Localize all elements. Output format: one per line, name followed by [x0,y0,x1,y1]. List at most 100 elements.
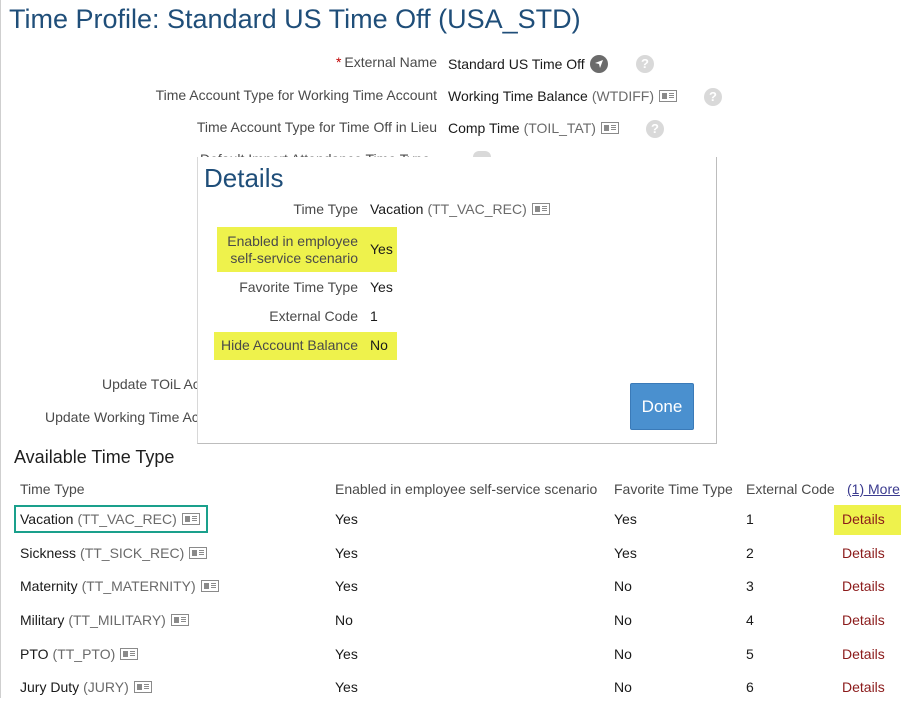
time-off-in-lieu-label: Time Account Type for Time Off in Lieu [196,119,437,135]
update-toil-label: Update TOiL Ac [102,376,197,392]
cell-external-code: 4 [746,612,754,628]
quickcard-icon[interactable] [120,648,139,660]
cell-ess: Yes [335,679,358,695]
details-link[interactable]: Details [842,679,885,695]
time-type-code: (TT_MATERNITY) [81,578,196,594]
dialog-ess-label: Enabled in employee self-service scenari… [227,233,358,267]
details-link[interactable]: Details [842,578,885,594]
details-link[interactable]: Details [842,511,885,527]
dialog-ess-row: Enabled in employee self-service scenari… [198,233,718,266]
table-row: Vacation (TT_VAC_REC) Yes Yes 1 Details [0,511,907,533]
cell-time-type: Military (TT_MILITARY) [20,612,189,628]
cell-external-code: 2 [746,545,754,561]
dialog-favorite-value: Yes [370,279,393,295]
dialog-time-type-text: Vacation [370,201,424,217]
time-off-in-lieu-code: (TOIL_TAT) [523,120,596,136]
help-icon[interactable]: ? [704,88,722,106]
dialog-favorite-label: Favorite Time Type [239,279,358,295]
cell-favorite: No [614,578,632,594]
time-type-name: Vacation [20,511,74,527]
details-link[interactable]: Details [842,545,885,561]
time-type-name: Maternity [20,578,78,594]
cell-ess: Yes [335,545,358,561]
time-type-name: PTO [20,646,49,662]
cell-favorite: Yes [614,511,637,527]
quickcard-icon[interactable] [133,681,152,693]
time-type-name: Sickness [20,545,77,561]
cell-time-type: Sickness (TT_SICK_REC) [20,545,208,561]
dialog-hide-balance-row: Hide Account Balance No [198,337,718,359]
help-icon[interactable]: ? [646,120,664,138]
time-type-code: (TT_MILITARY) [68,612,166,628]
quickcard-icon[interactable] [531,203,550,215]
cell-time-type: Maternity (TT_MATERNITY) [20,578,219,594]
dialog-favorite-row: Favorite Time Type Yes [198,279,718,301]
dialog-ess-value: Yes [370,241,393,257]
quickcard-icon[interactable] [200,580,219,592]
cell-time-type: PTO (TT_PTO) [20,646,139,662]
column-header-ess[interactable]: Enabled in employee self-service scenari… [335,481,597,497]
dialog-time-type-row: Time Type Vacation (TT_VAC_REC) [198,201,718,223]
cell-ess: No [335,612,353,628]
table-row: Military (TT_MILITARY) No No 4 Details [0,612,907,634]
section-title: Available Time Type [14,447,175,467]
details-link[interactable]: Details [842,612,885,628]
external-name-label-text: External Name [344,54,437,70]
dialog-time-type-label: Time Type [293,201,358,217]
dialog-hide-balance-label: Hide Account Balance [221,337,358,353]
cell-external-code: 5 [746,646,754,662]
time-type-code: (TT_SICK_REC) [80,545,185,561]
cell-time-type: Vacation (TT_VAC_REC) [20,511,200,527]
details-dialog: Details Time Type Vacation (TT_VAC_REC) … [197,157,717,444]
cell-favorite: Yes [614,545,637,561]
working-time-account-label: Time Account Type for Working Time Accou… [155,87,437,103]
dialog-external-code-value: 1 [370,308,378,324]
column-header-favorite[interactable]: Favorite Time Type [614,481,733,497]
help-icon[interactable]: ? [636,55,654,73]
table-row: Maternity (TT_MATERNITY) Yes No 3 Details [0,578,907,600]
more-columns-link[interactable]: (1) More [847,481,900,497]
dialog-ess-label-line2: self-service scenario [230,250,358,266]
cell-favorite: No [614,646,632,662]
dialog-time-type-code: (TT_VAC_REC) [427,201,527,217]
quickcard-icon[interactable] [659,90,678,102]
time-type-name: Jury Duty [20,679,80,695]
time-type-name: Military [20,612,65,628]
time-off-in-lieu-value: Comp Time (TOIL_TAT) [448,120,619,136]
cell-external-code: 3 [746,578,754,594]
details-link[interactable]: Details [842,646,885,662]
translation-globe-icon[interactable] [589,55,608,73]
time-type-code: (JURY) [83,679,129,695]
quickcard-icon[interactable] [600,122,619,134]
time-type-code: (TT_PTO) [52,646,116,662]
dialog-ess-label-line1: Enabled in employee [227,233,358,249]
quickcard-icon[interactable] [189,547,208,559]
dialog-time-type-value: Vacation (TT_VAC_REC) [370,201,550,217]
dialog-external-code-row: External Code 1 [198,308,718,330]
done-button[interactable]: Done [630,383,694,430]
quickcard-icon[interactable] [181,513,200,525]
dialog-external-code-label: External Code [269,308,358,324]
cell-favorite: No [614,679,632,695]
cell-ess: Yes [335,578,358,594]
working-time-account-code: (WTDIFF) [591,88,655,104]
working-time-account-value: Working Time Balance (WTDIFF) [448,88,678,104]
dialog-title: Details [204,163,284,193]
cell-ess: Yes [335,511,358,527]
quickcard-icon[interactable] [170,614,189,626]
external-name-row: * External Name Standard US Time Off ? [0,54,907,76]
cell-external-code: 6 [746,679,754,695]
external-name-label: * External Name [336,54,437,70]
dialog-hide-balance-value: No [370,337,388,353]
cell-favorite: No [614,612,632,628]
page-title: Time Profile: Standard US Time Off (USA_… [9,4,581,34]
cell-ess: Yes [335,646,358,662]
time-off-in-lieu-text: Comp Time [448,120,520,136]
time-off-in-lieu-row: Time Account Type for Time Off in Lieu C… [0,119,907,141]
required-marker: * [335,54,342,70]
external-name-text: Standard US Time Off [448,56,585,72]
column-header-time-type[interactable]: Time Type [20,481,85,497]
working-time-account-row: Time Account Type for Working Time Accou… [0,87,907,109]
column-header-external-code[interactable]: External Code [746,481,835,497]
cell-external-code: 1 [746,511,754,527]
